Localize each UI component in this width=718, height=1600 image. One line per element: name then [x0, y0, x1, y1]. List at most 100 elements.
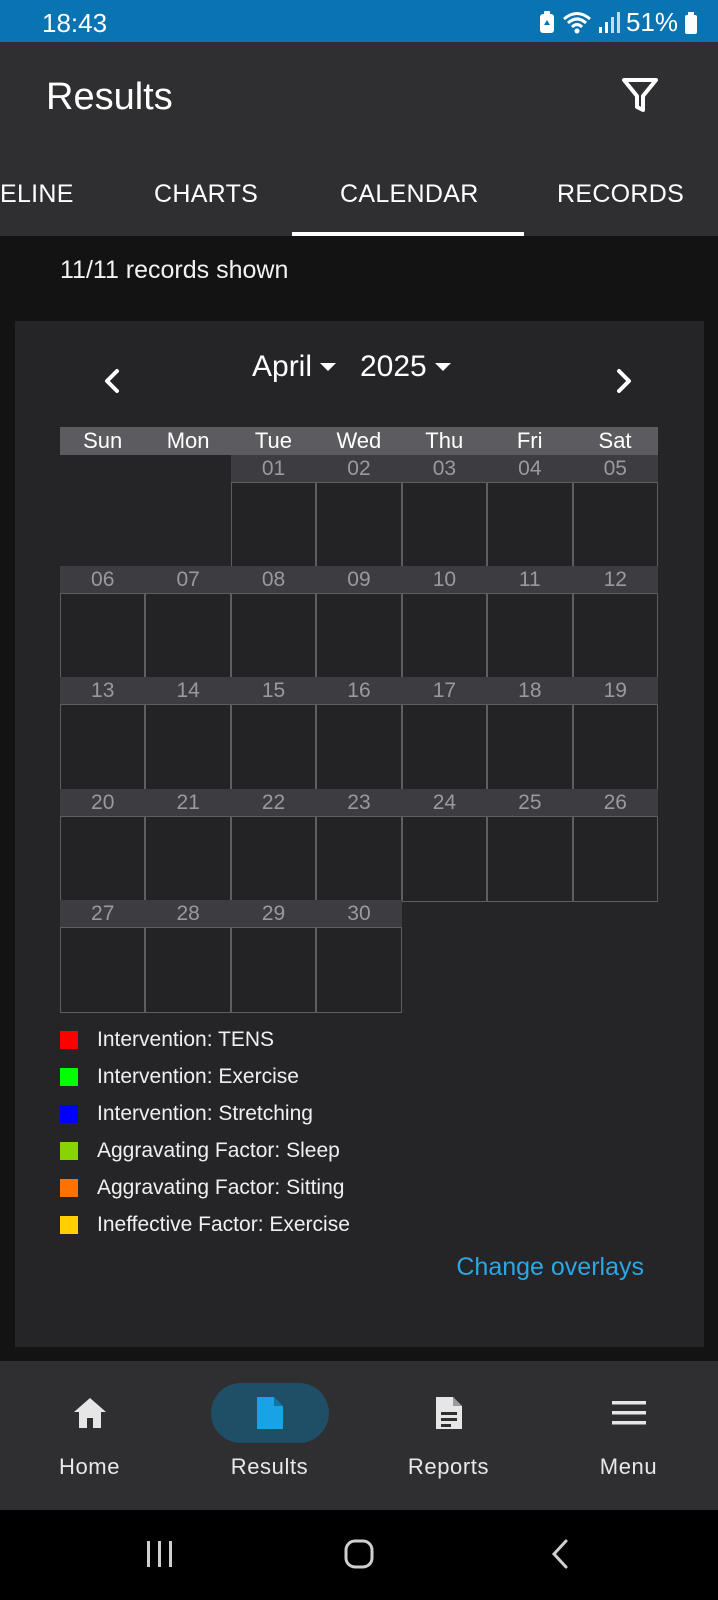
calendar-day-cell[interactable]: 02	[316, 455, 402, 568]
calendar-day-cell[interactable]: 15	[230, 677, 317, 791]
tab-bar: ELINE CHARTS CALENDAR RECORDS	[0, 150, 718, 236]
recent-apps-icon	[147, 1541, 172, 1567]
calendar-day-cell[interactable]: 01	[230, 455, 317, 568]
day-number: 08	[230, 566, 317, 594]
nav-label: Reports	[407, 1454, 490, 1479]
calendar-day-cell[interactable]: 03	[401, 455, 488, 568]
legend-swatch	[60, 1215, 78, 1234]
calendar-day-cell[interactable]: 26	[572, 788, 658, 902]
legend-item: Ineffective Factor: Exercise	[60, 1206, 350, 1243]
calendar-day-cell[interactable]: 12	[572, 566, 658, 680]
status-time: 18:43	[42, 8, 108, 38]
calendar-day-cell[interactable]: 25	[487, 788, 573, 902]
day-number: 11	[487, 566, 573, 594]
nav-home[interactable]: Home	[0, 1361, 179, 1510]
year-dropdown[interactable]: 2025	[360, 347, 451, 387]
weekday-label: Tue	[254, 428, 293, 453]
legend-swatch	[60, 1067, 78, 1086]
home-icon	[73, 1398, 106, 1428]
nav-menu[interactable]: Menu	[539, 1361, 718, 1510]
day-number: 21	[145, 788, 231, 816]
tab-baseline[interactable]: ELINE	[0, 180, 74, 209]
page-title: Results	[46, 76, 173, 118]
calendar-day-cell[interactable]: 07	[145, 566, 231, 680]
calendar-day-cell[interactable]: 04	[487, 455, 573, 568]
calendar-day-cell[interactable]: 23	[316, 788, 402, 902]
calendar-day-cell[interactable]: 24	[401, 788, 488, 902]
day-content	[487, 482, 573, 568]
legend-swatch	[60, 1030, 78, 1049]
calendar-day-cell[interactable]: 13	[60, 677, 146, 791]
menu-icon-container	[570, 1383, 688, 1443]
weekday-label: Sat	[598, 428, 632, 453]
menu-icon	[611, 1401, 646, 1425]
day-content	[572, 704, 658, 791]
day-number: 22	[230, 788, 317, 816]
tab-charts[interactable]: CHARTS	[154, 180, 258, 209]
day-content	[60, 704, 146, 791]
day-number: 24	[401, 788, 488, 816]
calendar-day-cell[interactable]: 28	[145, 899, 231, 1013]
day-number: 27	[60, 899, 146, 927]
legend-label: Intervention: TENS	[97, 1027, 275, 1051]
battery-icon	[684, 11, 698, 35]
calendar-day-cell[interactable]: 17	[401, 677, 488, 791]
day-content	[230, 926, 317, 1013]
calendar-day-cell[interactable]: 29	[230, 899, 317, 1013]
legend-item: Intervention: TENS	[60, 1021, 350, 1058]
weekday-label: Mon	[166, 428, 210, 453]
tab-records[interactable]: RECORDS	[557, 180, 684, 209]
calendar-day-cell[interactable]: 18	[487, 677, 573, 791]
records-count: 11/11 records shown	[60, 256, 289, 284]
data-saver-icon	[538, 10, 556, 35]
calendar-day-cell[interactable]: 21	[145, 788, 231, 902]
home-circle-icon	[344, 1539, 374, 1569]
recent-apps-button[interactable]	[144, 1538, 176, 1575]
caret-down-icon	[434, 363, 451, 371]
calendar-day-cell[interactable]: 10	[401, 566, 488, 680]
calendar-day-cell[interactable]: 27	[60, 899, 146, 1013]
day-content	[487, 815, 573, 902]
calendar-day-cell[interactable]: 16	[316, 677, 402, 791]
day-number: 15	[230, 677, 317, 705]
home-system-button[interactable]	[343, 1538, 375, 1575]
report-icon	[435, 1397, 462, 1429]
app-bar: Results ELINE CHARTS CALENDAR RECORDS	[0, 42, 718, 236]
day-number: 30	[316, 899, 402, 927]
nav-results[interactable]: Results	[180, 1361, 359, 1510]
filter-icon	[622, 78, 658, 112]
legend-item: Aggravating Factor: Sleep	[60, 1132, 350, 1169]
previous-month-button[interactable]	[95, 361, 129, 401]
month-dropdown[interactable]: April	[252, 347, 337, 387]
day-content	[230, 593, 317, 680]
calendar-day-cell[interactable]: 08	[230, 566, 317, 680]
legend-item: Aggravating Factor: Sitting	[60, 1169, 350, 1206]
battery-level: 51%	[625, 7, 678, 37]
day-number: 09	[316, 566, 402, 594]
back-button[interactable]	[548, 1538, 572, 1575]
status-bar: 18:43 51%	[0, 0, 718, 42]
calendar-day-cell[interactable]: 30	[316, 899, 402, 1013]
day-number: 19	[572, 677, 658, 705]
calendar-day-cell[interactable]: 20	[60, 788, 146, 902]
calendar-day-cell[interactable]: 06	[60, 566, 146, 680]
calendar-day-cell[interactable]: 05	[572, 455, 658, 568]
calendar-day-cell[interactable]: 09	[316, 566, 402, 680]
day-content	[316, 482, 402, 568]
day-number: 20	[60, 788, 146, 816]
report-icon-container	[390, 1383, 508, 1443]
calendar-day-cell[interactable]: 14	[145, 677, 231, 791]
tab-calendar[interactable]: CALENDAR	[340, 180, 479, 209]
day-number: 01	[230, 455, 317, 482]
calendar-day-cell[interactable]: 19	[572, 677, 658, 791]
change-overlays-link[interactable]: Change overlays	[456, 1253, 644, 1282]
legend-label: Ineffective Factor: Exercise	[97, 1212, 350, 1236]
year-label: 2025	[360, 350, 427, 383]
legend-item: Intervention: Stretching	[60, 1095, 350, 1132]
calendar-day-cell[interactable]: 11	[487, 566, 573, 680]
next-month-button[interactable]	[607, 361, 641, 401]
calendar-day-cell[interactable]: 22	[230, 788, 317, 902]
filter-button[interactable]	[618, 74, 662, 118]
day-content	[230, 482, 317, 568]
nav-reports[interactable]: Reports	[359, 1361, 538, 1510]
